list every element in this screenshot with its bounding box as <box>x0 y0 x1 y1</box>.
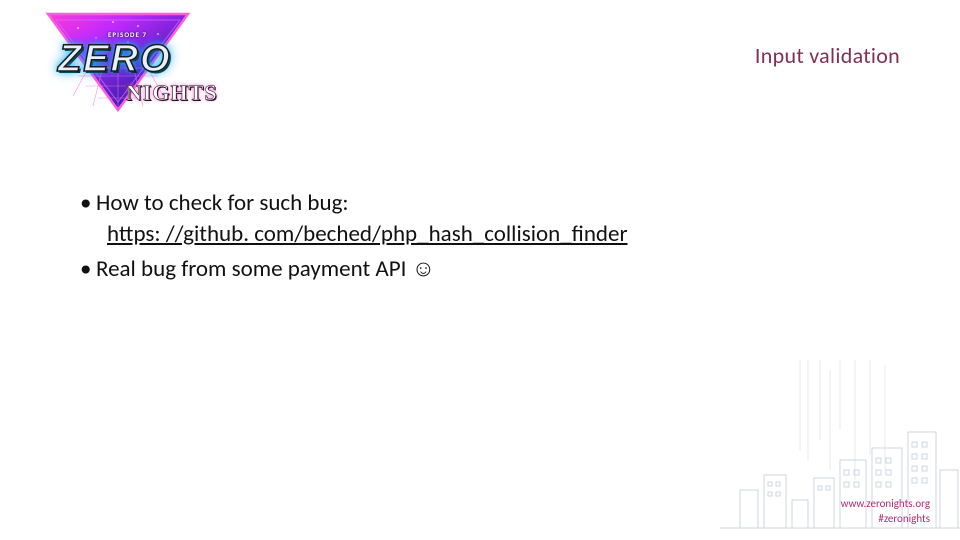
slide-body: •How to check for such bug: https: //git… <box>80 188 860 289</box>
slide-title: Input validation <box>755 42 900 69</box>
bullet-text: How to check for such bug: <box>96 189 349 217</box>
event-logo: EPISODE 7 ZERO NIGHTS <box>18 8 218 118</box>
footer: www.zeronights.org #zeronights <box>841 497 930 526</box>
footer-hashtag: #zeronights <box>841 512 930 526</box>
bullet-marker-icon: • <box>80 188 96 219</box>
bullet-item: •How to check for such bug: https: //git… <box>80 188 860 250</box>
footer-url-link[interactable]: www.zeronights.org <box>841 497 930 511</box>
bullet-text: Real bug from some payment API ☺ <box>96 255 435 283</box>
bullet-marker-icon: • <box>80 254 96 285</box>
logo-main-text: ZERO <box>58 38 172 81</box>
logo-sub-text: NIGHTS <box>126 80 218 106</box>
bullet-item: •Real bug from some payment API ☺ <box>80 254 860 285</box>
github-link[interactable]: https: //github. com/beched/php_hash_col… <box>107 219 860 250</box>
